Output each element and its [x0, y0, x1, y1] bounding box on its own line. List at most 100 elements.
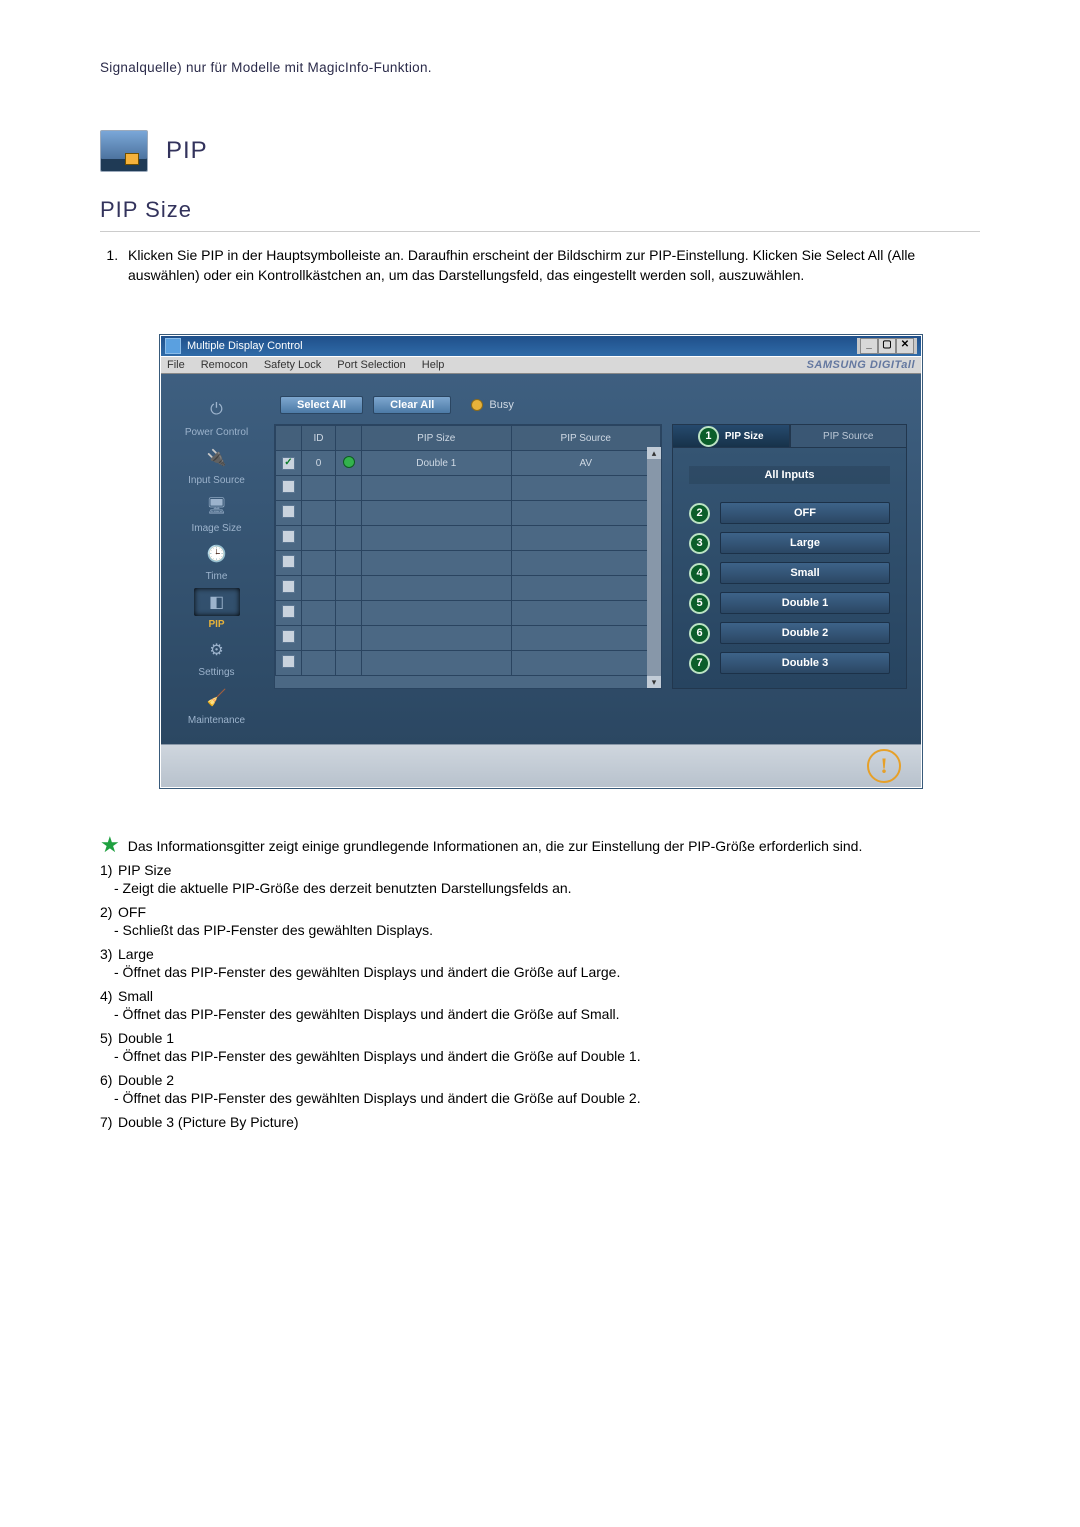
menu-port-selection[interactable]: Port Selection: [337, 359, 405, 371]
cell-pip-source: [511, 501, 661, 526]
tab-label: PIP Size: [725, 431, 764, 442]
cell-id: [302, 601, 336, 626]
sidebar-icon: 🧹: [193, 684, 239, 712]
row-checkbox[interactable]: [282, 605, 295, 618]
row-checkbox[interactable]: [282, 655, 295, 668]
table-row[interactable]: [276, 501, 661, 526]
tab-pip-size[interactable]: 1PIP Size: [672, 424, 790, 448]
badge-icon: 3: [689, 533, 710, 554]
table-row[interactable]: [276, 576, 661, 601]
cell-pip-size: [362, 501, 512, 526]
scroll-up-icon[interactable]: ▴: [647, 447, 661, 459]
cell-pip-source: [511, 526, 661, 551]
menu-help[interactable]: Help: [422, 359, 445, 371]
cell-pip-size: [362, 476, 512, 501]
row-checkbox[interactable]: [282, 505, 295, 518]
note-title: Double 3 (Picture By Picture): [118, 1114, 299, 1130]
note-number: 6): [100, 1072, 118, 1088]
sidebar-item-power-control[interactable]: ⏻Power Control: [185, 396, 248, 438]
sidebar-item-input-source[interactable]: 🔌Input Source: [188, 444, 245, 486]
table-row[interactable]: [276, 526, 661, 551]
maximize-button[interactable]: ▢: [878, 338, 896, 354]
main-column: Select All Clear All Busy ID PIP Size PIP …: [274, 392, 907, 726]
note-title: OFF: [118, 904, 146, 920]
menu-remocon[interactable]: Remocon: [201, 359, 248, 371]
sidebar-item-maintenance[interactable]: 🧹 Maintenance: [188, 684, 245, 726]
table-row[interactable]: 0Double 1AV: [276, 451, 661, 476]
note-number: 3): [100, 946, 118, 962]
pip-icon: [100, 130, 148, 172]
app-body: ⏻Power Control 🔌Input Source 🖥Image Size 🕒T…: [161, 374, 921, 744]
cell-pip-source: [511, 651, 661, 676]
row-checkbox[interactable]: [282, 457, 295, 470]
app-screenshot: Multiple Display Control _ ▢ ✕ File Remo…: [160, 335, 922, 788]
close-button[interactable]: ✕: [896, 338, 914, 354]
clear-all-button[interactable]: Clear All: [373, 396, 451, 414]
cell-pip-size: [362, 601, 512, 626]
table-row[interactable]: [276, 476, 661, 501]
option-double-3-button[interactable]: Double 3: [720, 652, 890, 674]
menu-safety-lock[interactable]: Safety Lock: [264, 359, 321, 371]
option-row: 5Double 1: [689, 592, 890, 614]
note-number: 5): [100, 1030, 118, 1046]
option-double-2-button[interactable]: Double 2: [720, 622, 890, 644]
row-checkbox[interactable]: [282, 580, 295, 593]
row-checkbox[interactable]: [282, 555, 295, 568]
menu-file[interactable]: File: [167, 359, 185, 371]
sidebar-item-image-size[interactable]: 🖥Image Size: [191, 492, 241, 534]
title-bar: Multiple Display Control _ ▢ ✕: [161, 336, 921, 356]
cell-pip-size: [362, 626, 512, 651]
note-number: 2): [100, 904, 118, 920]
option-off-button[interactable]: OFF: [720, 502, 890, 524]
info-grid: IDPIP SizePIP Source 0Double 1AV ▴ ▾: [274, 424, 662, 689]
note-item: 4)Small- Öffnet das PIP-Fenster des gewä…: [100, 988, 980, 1022]
option-small-button[interactable]: Small: [720, 562, 890, 584]
tab-pip-source[interactable]: PIP Source: [790, 424, 908, 448]
row-checkbox[interactable]: [282, 480, 295, 493]
row-checkbox[interactable]: [282, 530, 295, 543]
sidebar-item-time[interactable]: 🕒Time: [194, 540, 240, 582]
note-number: 1): [100, 862, 118, 878]
toolbar: Select All Clear All Busy: [274, 392, 907, 424]
busy-icon: [471, 399, 483, 411]
note-item: 5)Double 1- Öffnet das PIP-Fenster des g…: [100, 1030, 980, 1064]
table-row[interactable]: [276, 601, 661, 626]
note-item: 1)PIP Size- Zeigt die aktuelle PIP-Größe…: [100, 862, 980, 896]
panel-tabs: 1PIP SizePIP Source: [672, 424, 907, 448]
sidebar-item-pip[interactable]: ◧ PIP: [194, 588, 240, 630]
scrollbar[interactable]: ▴ ▾: [647, 447, 661, 688]
sidebar-item-settings[interactable]: ⚙Settings: [194, 636, 240, 678]
app-icon: [165, 338, 181, 354]
grid-header: ID: [302, 426, 336, 451]
table-row[interactable]: [276, 626, 661, 651]
cell-id: [302, 651, 336, 676]
sidebar-icon: ◧: [194, 588, 240, 616]
cell-pip-source: [511, 626, 661, 651]
sidebar-icon: 🕒: [194, 540, 240, 568]
minimize-button[interactable]: _: [860, 338, 878, 354]
sidebar-item-label: Maintenance: [188, 715, 245, 726]
option-row: 6Double 2: [689, 622, 890, 644]
scroll-down-icon[interactable]: ▾: [647, 676, 661, 688]
select-all-button[interactable]: Select All: [280, 396, 363, 414]
option-double-1-button[interactable]: Double 1: [720, 592, 890, 614]
busy-label: Busy: [489, 399, 513, 411]
cell-pip-size: [362, 551, 512, 576]
table-row[interactable]: [276, 551, 661, 576]
notes: 1)PIP Size- Zeigt die aktuelle PIP-Größe…: [100, 862, 980, 1130]
window-buttons[interactable]: _ ▢ ✕: [857, 338, 917, 354]
sidebar-item-label: PIP: [208, 619, 224, 630]
sidebar-icon: 🔌: [194, 444, 240, 472]
note-number: 4): [100, 988, 118, 1004]
cell-id: [302, 626, 336, 651]
note-number: 7): [100, 1114, 118, 1130]
window-title: Multiple Display Control: [187, 340, 303, 352]
option-large-button[interactable]: Large: [720, 532, 890, 554]
cell-pip-size: [362, 526, 512, 551]
note-item: 6)Double 2- Öffnet das PIP-Fenster des g…: [100, 1072, 980, 1106]
pip-size-heading: PIP Size: [100, 197, 980, 223]
option-row: 4Small: [689, 562, 890, 584]
grid-header: PIP Size: [362, 426, 512, 451]
row-checkbox[interactable]: [282, 630, 295, 643]
table-row[interactable]: [276, 651, 661, 676]
